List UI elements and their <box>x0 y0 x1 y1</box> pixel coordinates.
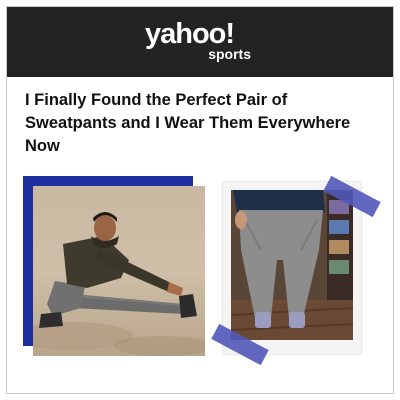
sweatpants-mirror-photo[interactable] <box>231 190 353 340</box>
yahoo-sports-logo[interactable]: yahoo! sports <box>145 18 255 68</box>
header-bar: yahoo! sports <box>7 7 393 77</box>
logo-sub-text: sports <box>208 46 251 62</box>
man-stretching-illustration <box>33 186 205 356</box>
article-headline[interactable]: I Finally Found the Perfect Pair of Swea… <box>25 89 380 158</box>
man-stretching-photo[interactable] <box>33 186 205 356</box>
sweatpants-illustration <box>231 190 353 340</box>
